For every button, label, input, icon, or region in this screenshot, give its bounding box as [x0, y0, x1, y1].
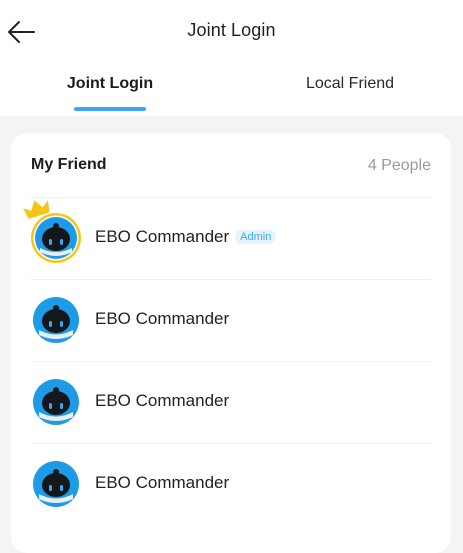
friend-row[interactable]: EBO Commander: [11, 362, 451, 442]
friend-name-text: EBO Commander: [95, 227, 230, 246]
friend-name: EBO Commander: [95, 309, 230, 328]
ebo-robot-avatar-icon: [31, 377, 81, 427]
crown-icon: [23, 200, 50, 220]
friend-name: EBO Commander: [95, 473, 230, 492]
avatar: [30, 294, 82, 346]
avatar: [30, 458, 82, 510]
admin-badge: Admin: [235, 230, 277, 244]
ebo-robot-avatar-icon: [31, 459, 81, 509]
tab-joint-login[interactable]: Joint Login: [64, 75, 156, 93]
friend-count: 4 People: [367, 157, 431, 174]
friend-name: EBO Commander Admin: [95, 227, 277, 247]
friend-list-title: My Friend: [31, 156, 107, 173]
friend-name: EBO Commander: [95, 391, 230, 410]
friend-row-admin[interactable]: EBO Commander Admin: [11, 198, 451, 278]
avatar: [30, 376, 82, 428]
ebo-robot-avatar-icon: [31, 295, 81, 345]
tab-local-friend[interactable]: Local Friend: [300, 75, 400, 93]
friend-row[interactable]: EBO Commander: [11, 280, 451, 360]
top-bar: Joint Login Joint Login Local Friend: [0, 0, 463, 116]
friend-row[interactable]: EBO Commander: [11, 444, 451, 524]
active-tab-indicator: [74, 107, 146, 111]
friend-list-card: My Friend 4 People EBO Commander Admin E…: [11, 133, 451, 553]
page-title: Joint Login: [187, 20, 276, 40]
